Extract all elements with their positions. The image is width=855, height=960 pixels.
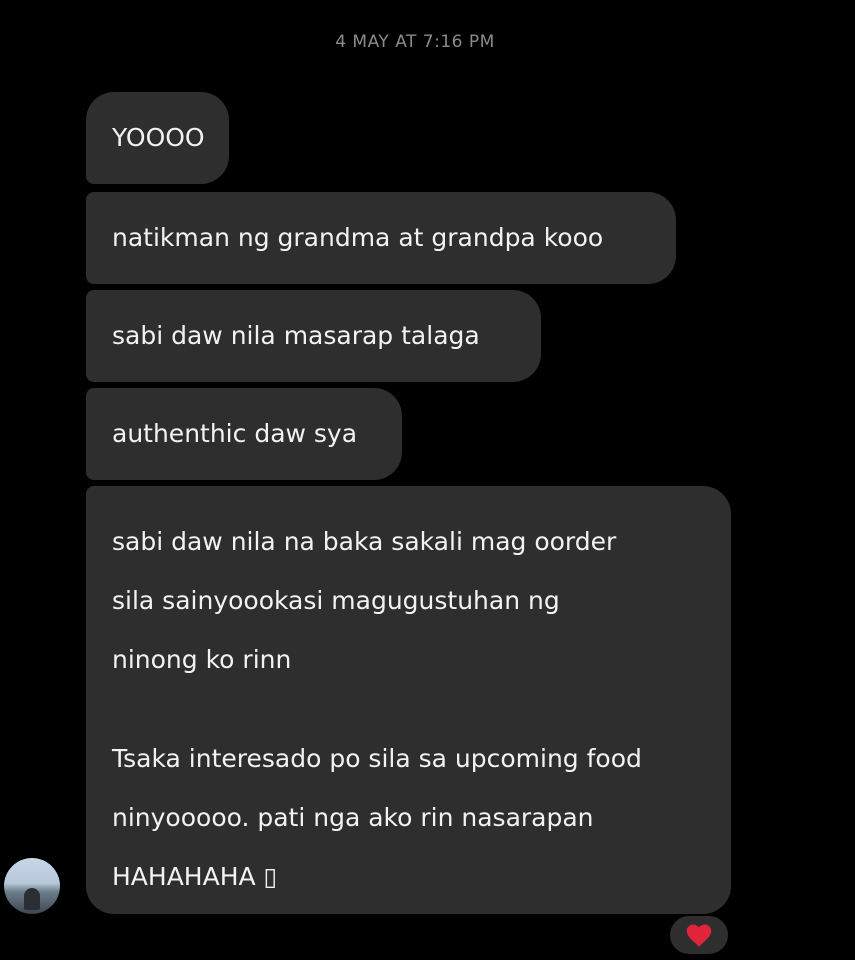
message-timestamp: 4 MAY AT 7:16 PM bbox=[335, 32, 495, 52]
message-bubble[interactable]: natikman ng grandma at grandpa kooo bbox=[86, 192, 676, 284]
message-text-line: ninong ko rinn bbox=[112, 645, 292, 674]
message-text: sabi daw nila masarap talaga bbox=[112, 321, 480, 350]
sender-avatar[interactable] bbox=[4, 858, 60, 914]
message-bubble[interactable]: authenthic daw sya bbox=[86, 388, 402, 480]
avatar-figure bbox=[24, 888, 40, 910]
message-text-line: sila sainyoookasi magugustuhan ng bbox=[112, 586, 560, 615]
heart-icon bbox=[686, 924, 712, 947]
message-text: authenthic daw sya bbox=[112, 419, 358, 448]
message-bubble[interactable]: YOOOO bbox=[86, 92, 229, 184]
message-text-line: sabi daw nila na baka sakali mag oorder bbox=[112, 527, 617, 556]
message-text: natikman ng grandma at grandpa kooo bbox=[112, 223, 604, 252]
message-bubble[interactable]: sabi daw nila na baka sakali mag oorder … bbox=[86, 486, 731, 914]
message-text-line: HAHAHAHA ▯ bbox=[112, 862, 278, 891]
message-bubble[interactable]: sabi daw nila masarap talaga bbox=[86, 290, 541, 382]
message-text: YOOOO bbox=[112, 123, 205, 152]
message-text-line: Tsaka interesado po sila sa upcoming foo… bbox=[112, 744, 642, 773]
message-text-line: ninyooooo. pati nga ako rin nasarapan bbox=[112, 803, 594, 832]
message-reaction[interactable] bbox=[668, 914, 730, 956]
